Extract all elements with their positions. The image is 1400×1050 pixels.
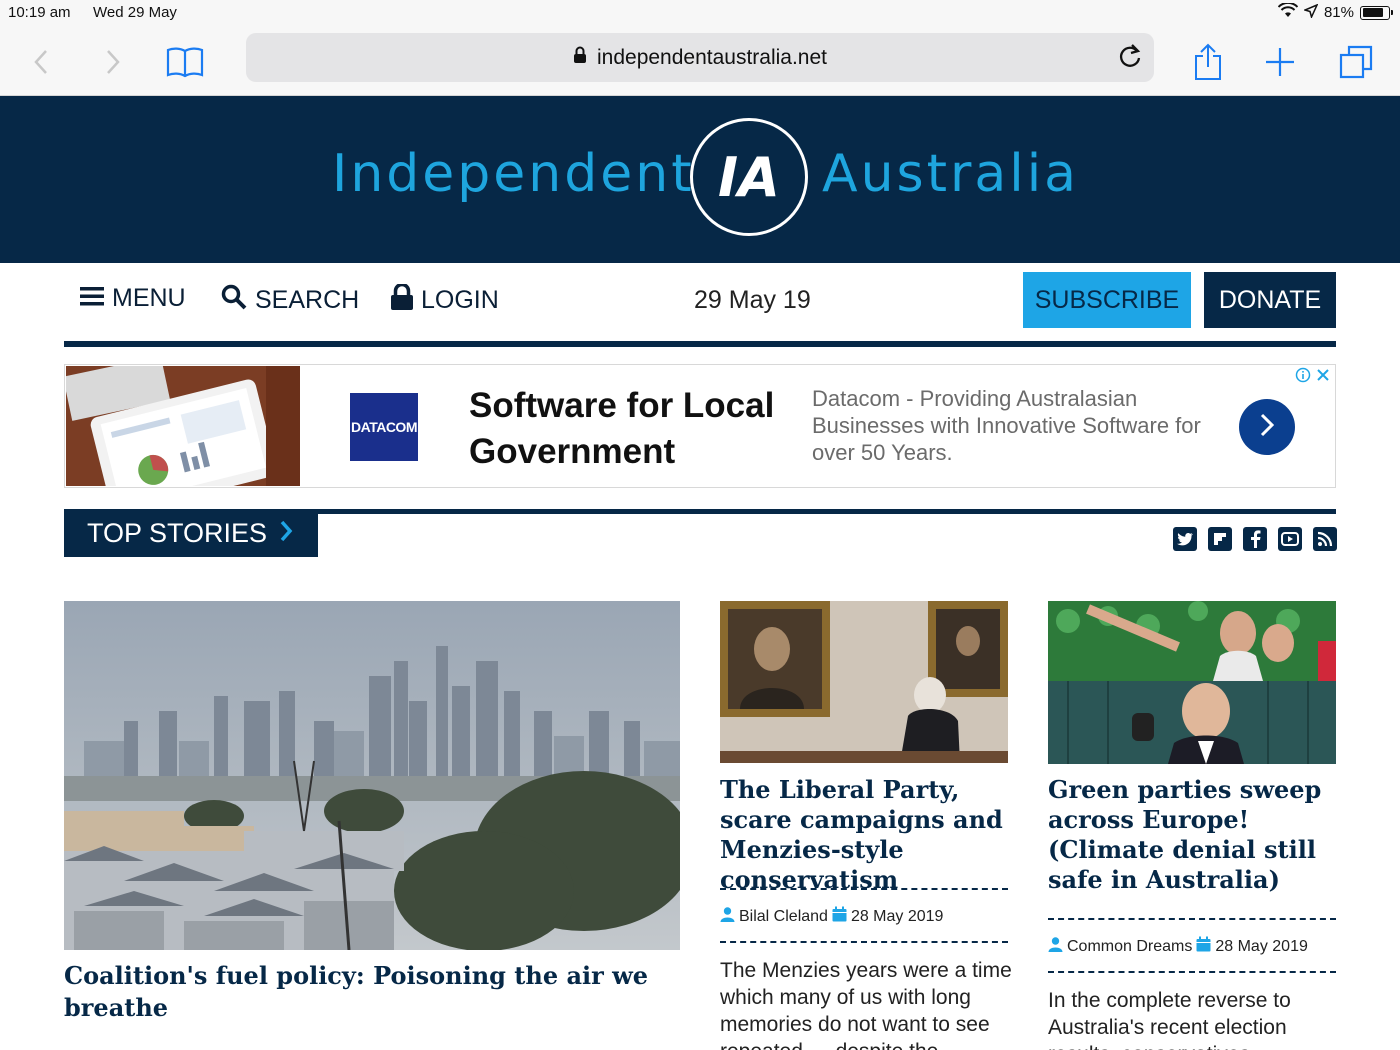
article-image-melbourne-skyline[interactable]	[64, 601, 680, 950]
article-headline[interactable]: Coalition's fuel policy: Poisoning the a…	[64, 960, 680, 1024]
ad-description[interactable]: Datacom - Providing Australasian Busines…	[812, 385, 1212, 466]
logo-mark-text: IA	[718, 145, 780, 209]
new-tab-icon[interactable]	[1258, 40, 1302, 84]
article-excerpt: In the complete reverse to Australia's r…	[1048, 989, 1291, 1050]
social-links	[1173, 527, 1337, 551]
author-icon	[1048, 936, 1063, 957]
publish-date: 28 May 2019	[1215, 937, 1308, 955]
ad-info-icon[interactable]	[1295, 367, 1311, 388]
address-bar[interactable]: independentaustralia.net	[246, 33, 1154, 82]
location-icon	[1302, 3, 1319, 22]
logo-word-left[interactable]: Independent	[332, 144, 695, 204]
menu-button[interactable]: MENU	[80, 284, 186, 313]
byline-rule	[720, 941, 1008, 943]
article-headline[interactable]: Green parties sweep across Europe! (Clim…	[1048, 775, 1340, 895]
chevron-right-icon	[279, 518, 293, 549]
browser-toolbar: independentaustralia.net	[0, 28, 1400, 96]
byline-rule	[1048, 971, 1336, 973]
calendar-icon	[832, 906, 847, 927]
flipboard-icon[interactable]	[1208, 527, 1232, 551]
ad-title[interactable]: Software for Local Government	[469, 383, 779, 475]
hamburger-icon	[80, 284, 104, 313]
login-label: LOGIN	[421, 286, 499, 314]
article-excerpt: The Menzies years were a time which many…	[720, 959, 1012, 1050]
status-right: 81%	[1277, 1, 1393, 22]
article-byline: Bilal Cleland 28 May 2019	[720, 906, 943, 927]
bookmarks-icon[interactable]	[163, 40, 207, 84]
nav-divider	[64, 341, 1336, 347]
search-icon	[221, 284, 247, 317]
calendar-icon	[1196, 936, 1211, 957]
site-nav: MENU SEARCH LOGIN 29 May 19 SUBSCRIBE DO…	[64, 272, 1336, 328]
author-icon	[720, 906, 735, 927]
rss-icon[interactable]	[1313, 527, 1337, 551]
wifi-icon	[1277, 1, 1299, 22]
author-name[interactable]: Common Dreams	[1067, 938, 1192, 956]
forward-icon[interactable]	[91, 40, 135, 84]
search-label: SEARCH	[255, 286, 360, 314]
padlock-icon	[391, 282, 413, 317]
author-name[interactable]: Bilal Cleland	[739, 908, 828, 926]
advertisement[interactable]: DATACOM Software for Local Government Da…	[64, 364, 1336, 488]
article-byline: Common Dreams 28 May 2019	[1048, 936, 1308, 957]
url-text: independentaustralia.net	[596, 45, 827, 69]
logo-word-right[interactable]: Australia	[822, 144, 1079, 204]
lock-icon	[573, 46, 587, 70]
ad-controls	[1295, 367, 1331, 388]
status-time: 10:19 am	[8, 4, 71, 21]
battery-percent: 81%	[1323, 4, 1354, 21]
status-bar: 10:19 am Wed 29 May 81%	[0, 0, 1400, 28]
twitter-icon[interactable]	[1173, 527, 1197, 551]
donate-button[interactable]: DONATE	[1204, 272, 1336, 328]
ad-image[interactable]	[66, 366, 300, 486]
ad-next-button[interactable]	[1239, 399, 1295, 455]
youtube-icon[interactable]	[1278, 527, 1302, 551]
subscribe-button[interactable]: SUBSCRIBE	[1023, 272, 1191, 328]
publish-date: 28 May 2019	[850, 907, 944, 925]
menu-label: MENU	[112, 284, 186, 312]
article-image-menzies-portrait[interactable]	[720, 601, 1008, 763]
back-icon[interactable]	[19, 40, 63, 84]
logo-mark[interactable]: IA	[690, 118, 808, 236]
chevron-right-icon	[1258, 412, 1276, 443]
status-date: Wed 29 May	[93, 4, 177, 21]
facebook-icon[interactable]	[1243, 527, 1267, 551]
battery-icon	[1360, 5, 1393, 20]
article-image-green-parties[interactable]	[1048, 601, 1336, 764]
top-stories-label: TOP STORIES	[87, 517, 268, 548]
share-icon[interactable]	[1186, 40, 1230, 84]
byline-rule	[720, 888, 1008, 890]
current-date: 29 May 19	[694, 286, 811, 314]
top-stories-tab[interactable]: TOP STORIES	[64, 509, 318, 557]
article-headline[interactable]: The Liberal Party, scare campaigns and M…	[720, 775, 1012, 895]
reload-icon[interactable]	[1118, 43, 1142, 75]
masthead: Independent IA Australia	[0, 96, 1400, 263]
byline-rule	[1048, 918, 1336, 920]
search-button[interactable]: SEARCH	[221, 284, 359, 317]
ad-close-icon[interactable]	[1315, 367, 1331, 388]
tabs-icon[interactable]	[1334, 40, 1378, 84]
ad-brand-logo[interactable]: DATACOM	[350, 393, 418, 461]
login-button[interactable]: LOGIN	[391, 282, 499, 317]
